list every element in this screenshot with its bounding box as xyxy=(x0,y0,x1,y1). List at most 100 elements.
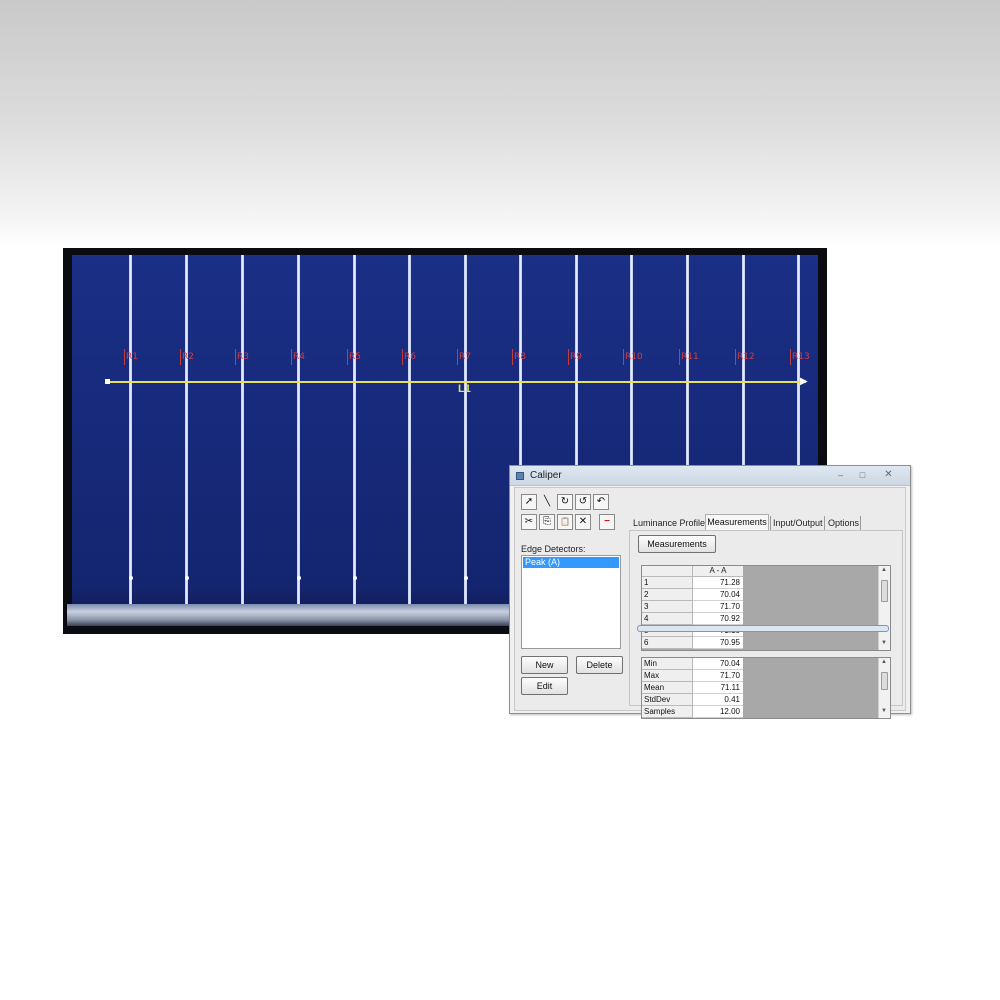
table-corner xyxy=(642,566,693,577)
edge-marker[interactable] xyxy=(124,349,125,365)
table-scrollbar[interactable]: ▲ ▼ xyxy=(878,566,890,650)
pointer-tool-icon[interactable]: ➚ xyxy=(521,494,537,510)
scroll-down-icon[interactable]: ▼ xyxy=(881,640,887,646)
table-row[interactable]: Min 70.04 xyxy=(642,658,744,670)
rotate-cw-icon[interactable]: ↻ xyxy=(557,494,573,510)
table-row[interactable]: 3 71.70 xyxy=(642,601,744,613)
column-header[interactable]: A - A xyxy=(693,566,743,577)
table-row[interactable]: Mean 71.11 xyxy=(642,682,744,694)
row-label: 2 xyxy=(642,589,693,601)
remove-icon[interactable]: − xyxy=(599,514,615,530)
row-label: 6 xyxy=(642,637,693,649)
edge-marker[interactable] xyxy=(790,349,791,365)
grid-finger xyxy=(129,255,132,607)
edge-marker[interactable] xyxy=(623,349,624,365)
row-value[interactable]: 0.41 xyxy=(693,694,743,706)
tab-measurements[interactable]: Measurements xyxy=(705,514,769,531)
scroll-thumb[interactable] xyxy=(881,672,888,690)
scroll-up-icon[interactable]: ▲ xyxy=(881,567,887,573)
edge-marker-label: R10 xyxy=(625,352,643,362)
tab-options[interactable]: Options xyxy=(828,518,859,528)
table-row[interactable]: Samples 12.00 xyxy=(642,706,744,718)
edge-marker-label: R5 xyxy=(349,352,361,362)
edge-detectors-label: Edge Detectors: xyxy=(521,544,586,554)
row-value[interactable]: 70.95 xyxy=(693,637,743,649)
scroll-down-icon[interactable]: ▼ xyxy=(881,708,887,714)
edge-marker[interactable] xyxy=(512,349,513,365)
close-button[interactable]: ✕ xyxy=(880,469,897,482)
solder-point xyxy=(353,576,357,580)
table-row[interactable]: StdDev 0.41 xyxy=(642,694,744,706)
scroll-up-icon[interactable]: ▲ xyxy=(881,659,887,665)
solder-point xyxy=(129,576,133,580)
edge-marker[interactable] xyxy=(457,349,458,365)
freehand-tool-icon[interactable]: ↶ xyxy=(593,494,609,510)
window-body: ➚ ╲ ↻ ↺ ↶ ✂ ⎘ 📋 ✕ − Edge Detectors: Peak… xyxy=(514,487,906,719)
edge-marker[interactable] xyxy=(180,349,181,365)
scan-line-end-arrow[interactable]: ▶ xyxy=(800,376,808,387)
solder-point xyxy=(464,576,468,580)
solder-point xyxy=(185,576,189,580)
delete-button[interactable]: Delete xyxy=(576,656,623,674)
scan-line-start-handle[interactable] xyxy=(105,379,110,384)
grid-finger xyxy=(353,255,356,607)
minimize-button[interactable]: – xyxy=(832,469,849,482)
edge-detectors-list[interactable]: Peak (A) xyxy=(521,555,621,649)
edge-marker[interactable] xyxy=(679,349,680,365)
tab-divider xyxy=(770,516,771,530)
delete-icon[interactable]: ✕ xyxy=(575,514,591,530)
row-value[interactable]: 71.28 xyxy=(693,577,743,589)
title-bar[interactable]: Caliper – □ ✕ xyxy=(510,466,910,486)
caliper-scan-line[interactable] xyxy=(108,381,806,383)
new-button[interactable]: New xyxy=(521,656,568,674)
scan-line-label: L1 xyxy=(458,383,471,395)
table-row[interactable]: Max 71.70 xyxy=(642,670,744,682)
table-row[interactable]: 6 70.95 xyxy=(642,637,744,649)
grid-finger xyxy=(185,255,188,607)
edge-marker[interactable] xyxy=(735,349,736,365)
maximize-button[interactable]: □ xyxy=(854,469,871,482)
scroll-thumb[interactable] xyxy=(881,580,888,602)
tab-luminance-profile[interactable]: Luminance Profile xyxy=(633,518,705,528)
row-label: Min xyxy=(642,658,693,670)
edge-marker-label: R12 xyxy=(737,352,755,362)
edit-button[interactable]: Edit xyxy=(521,677,568,695)
row-label: 1 xyxy=(642,577,693,589)
edge-marker[interactable] xyxy=(235,349,236,365)
row-value[interactable]: 71.70 xyxy=(693,670,743,682)
statistics-table[interactable]: Min 70.04 Max 71.70 Mean 71.11 StdDev 0.41 Sampl… xyxy=(641,657,891,719)
measurements-button[interactable]: Measurements xyxy=(638,535,716,553)
pane-splitter[interactable] xyxy=(637,625,889,632)
row-value[interactable]: 70.04 xyxy=(693,658,743,670)
edge-marker-label: R9 xyxy=(570,352,582,362)
edge-marker[interactable] xyxy=(402,349,403,365)
measurements-table[interactable]: A - A 171.28270.04371.70470.92571.10670.… xyxy=(641,565,891,651)
edge-marker[interactable] xyxy=(347,349,348,365)
row-value[interactable]: 71.70 xyxy=(693,601,743,613)
edge-marker[interactable] xyxy=(568,349,569,365)
table-row[interactable]: 4 70.92 xyxy=(642,613,744,625)
window-title: Caliper xyxy=(530,470,562,481)
cut-icon[interactable]: ✂ xyxy=(521,514,537,530)
tab-divider xyxy=(824,516,825,530)
table-row[interactable]: 1 71.28 xyxy=(642,577,744,589)
list-item[interactable]: Peak (A) xyxy=(523,557,619,568)
row-value[interactable]: 70.92 xyxy=(693,613,743,625)
tab-input-output[interactable]: Input/Output xyxy=(773,518,823,528)
line-tool-icon[interactable]: ╲ xyxy=(539,494,555,510)
rotate-ccw-icon[interactable]: ↺ xyxy=(575,494,591,510)
row-label: 3 xyxy=(642,601,693,613)
stats-scrollbar[interactable]: ▲ ▼ xyxy=(878,658,890,718)
copy-icon[interactable]: ⎘ xyxy=(539,514,555,530)
row-value[interactable]: 12.00 xyxy=(693,706,743,718)
edge-marker[interactable] xyxy=(291,349,292,365)
grid-finger xyxy=(241,255,244,607)
paste-icon[interactable]: 📋 xyxy=(557,514,573,530)
row-value[interactable]: 71.11 xyxy=(693,682,743,694)
row-value[interactable]: 70.04 xyxy=(693,589,743,601)
tab-divider xyxy=(860,516,861,530)
row-label: Samples xyxy=(642,706,693,718)
table-row[interactable]: 2 70.04 xyxy=(642,589,744,601)
edge-marker-label: R2 xyxy=(182,352,194,362)
edge-marker-label: R6 xyxy=(404,352,416,362)
